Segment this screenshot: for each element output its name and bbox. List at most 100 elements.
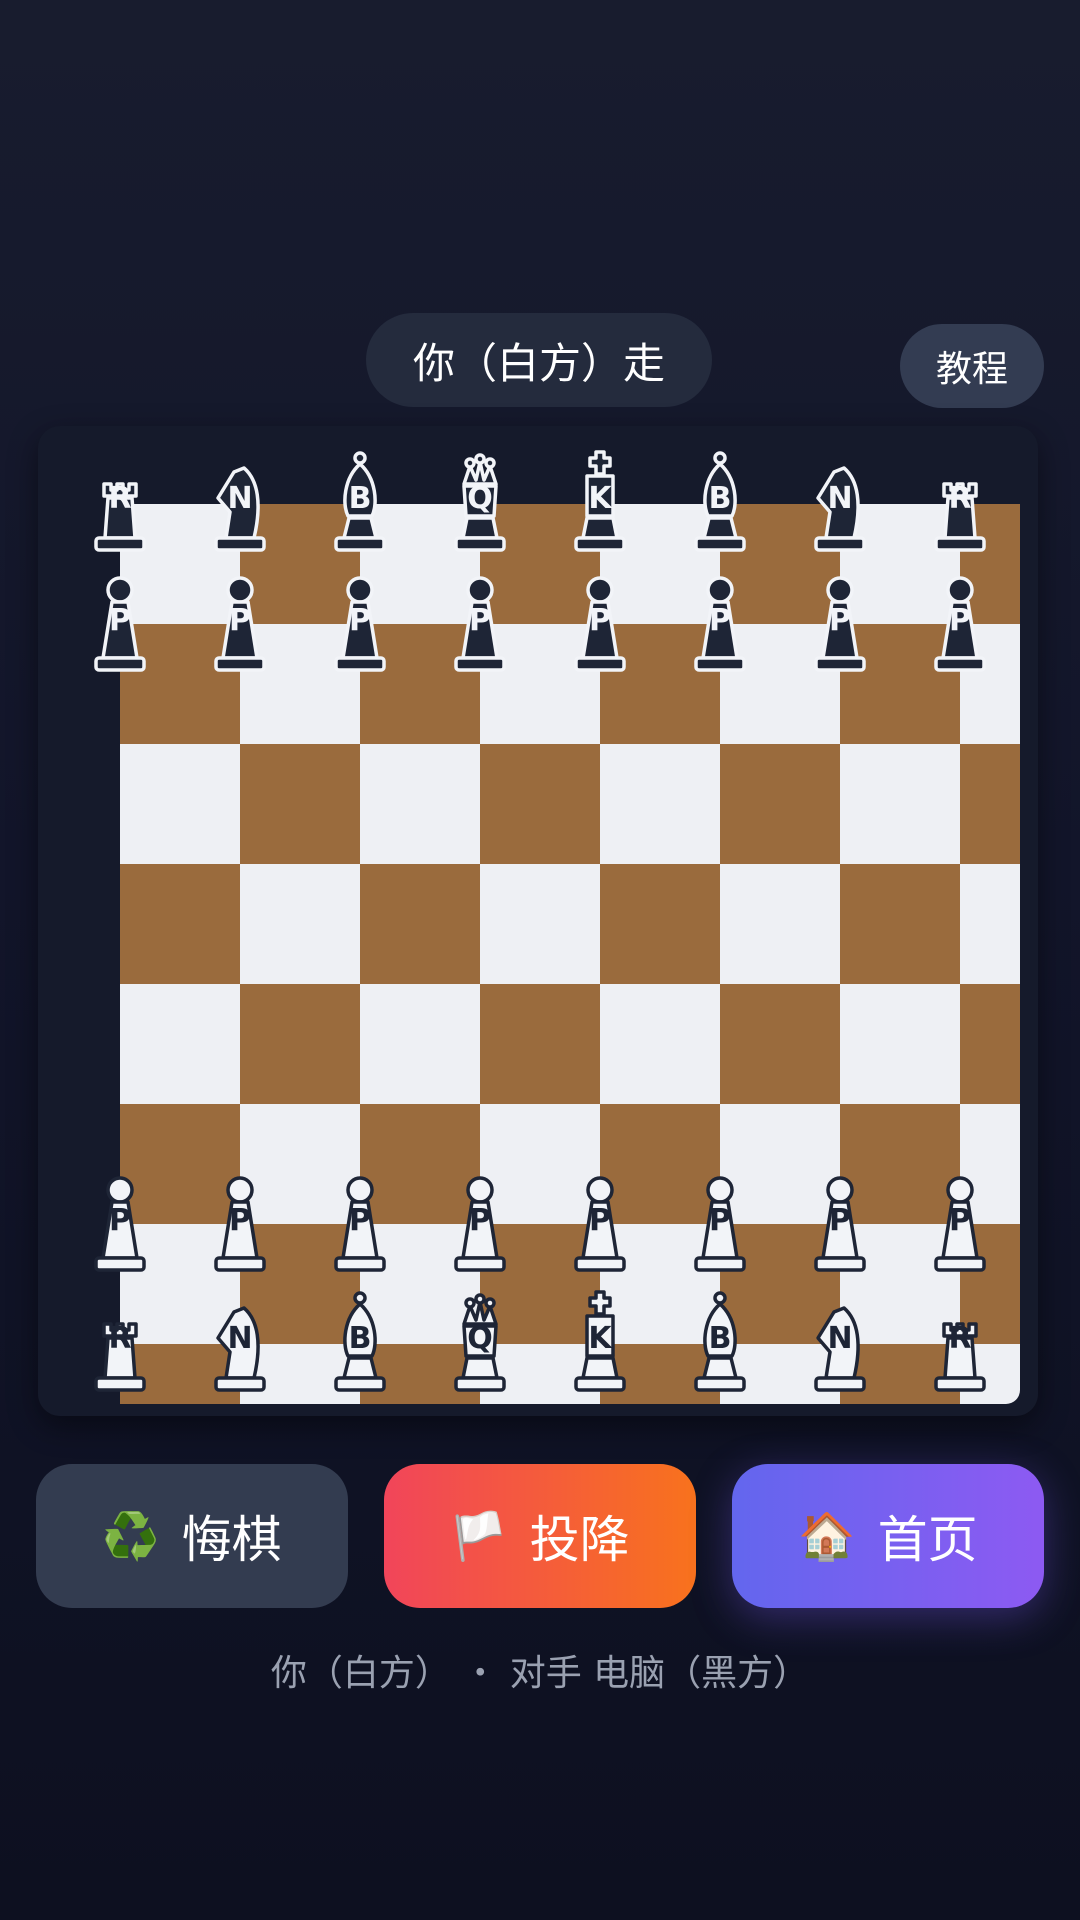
svg-text:B: B — [349, 1321, 372, 1356]
svg-text:B: B — [709, 481, 732, 516]
svg-text:P: P — [109, 1203, 131, 1238]
home-button[interactable]: 🏠 首页 — [732, 1464, 1044, 1608]
svg-text:P: P — [109, 603, 131, 638]
white-rook-icon[interactable]: R — [80, 1290, 160, 1394]
undo-button[interactable]: ♻️ 悔棋 — [36, 1464, 348, 1608]
svg-text:R: R — [948, 481, 971, 516]
svg-text:P: P — [589, 603, 611, 638]
square-g5[interactable] — [840, 864, 960, 984]
turn-indicator: 你（白方）走 — [366, 313, 712, 407]
square-c5[interactable] — [360, 864, 480, 984]
svg-text:N: N — [227, 1321, 252, 1356]
svg-text:P: P — [829, 603, 851, 638]
square-a6[interactable] — [120, 744, 240, 864]
square-c6[interactable] — [360, 744, 480, 864]
svg-text:N: N — [227, 481, 252, 516]
square-d5[interactable] — [480, 864, 600, 984]
black-rook-icon[interactable]: R — [920, 450, 1000, 554]
square-f4[interactable] — [720, 984, 840, 1104]
square-f5[interactable] — [720, 864, 840, 984]
svg-text:P: P — [949, 1203, 971, 1238]
square-h6[interactable] — [960, 744, 1020, 864]
black-bishop-icon[interactable]: B — [680, 450, 760, 554]
black-knight-icon[interactable]: N — [200, 450, 280, 554]
white-pawn-icon[interactable]: P — [440, 1170, 520, 1274]
house-icon: 🏠 — [798, 1508, 856, 1563]
black-queen-icon[interactable]: Q — [440, 450, 520, 554]
square-e5[interactable] — [600, 864, 720, 984]
square-g4[interactable] — [840, 984, 960, 1104]
tutorial-button-label: 教程 — [935, 349, 1008, 390]
players-info: 你（白方） ・ 对手 电脑（黑方） — [0, 1644, 1080, 1696]
square-b4[interactable] — [240, 984, 360, 1104]
square-d6[interactable] — [480, 744, 600, 864]
resign-button-label: 投降 — [529, 1511, 630, 1569]
turn-indicator-text: 你（白方）走 — [412, 338, 665, 388]
players-info-text: 你（白方） ・ 对手 电脑（黑方） — [270, 1653, 810, 1694]
svg-text:P: P — [469, 603, 491, 638]
square-b5[interactable] — [240, 864, 360, 984]
white-queen-icon[interactable]: Q — [440, 1290, 520, 1394]
white-pawn-icon[interactable]: P — [800, 1170, 880, 1274]
black-pawn-icon[interactable]: P — [560, 570, 640, 674]
white-pawn-icon[interactable]: P — [680, 1170, 760, 1274]
white-knight-icon[interactable]: N — [200, 1290, 280, 1394]
black-pawn-icon[interactable]: P — [320, 570, 400, 674]
recycle-icon: ♻️ — [102, 1508, 160, 1563]
home-button-label: 首页 — [877, 1511, 978, 1569]
black-pawn-icon[interactable]: P — [800, 570, 880, 674]
black-pawn-icon[interactable]: P — [200, 570, 280, 674]
square-h5[interactable] — [960, 864, 1020, 984]
svg-text:R: R — [108, 481, 131, 516]
white-pawn-icon[interactable]: P — [80, 1170, 160, 1274]
square-d4[interactable] — [480, 984, 600, 1104]
square-g6[interactable] — [840, 744, 960, 864]
svg-text:P: P — [829, 1203, 851, 1238]
svg-text:K: K — [588, 1321, 613, 1356]
svg-text:P: P — [709, 603, 731, 638]
white-pawn-icon[interactable]: P — [200, 1170, 280, 1274]
svg-text:B: B — [349, 481, 372, 516]
svg-text:N: N — [827, 1321, 852, 1356]
resign-button[interactable]: 🏳️ 投降 — [384, 1464, 696, 1608]
svg-text:Q: Q — [467, 1321, 493, 1356]
square-f6[interactable] — [720, 744, 840, 864]
svg-text:P: P — [229, 603, 251, 638]
white-pawn-icon[interactable]: P — [320, 1170, 400, 1274]
svg-text:P: P — [349, 603, 371, 638]
black-rook-icon[interactable]: R — [80, 450, 160, 554]
svg-text:B: B — [709, 1321, 732, 1356]
black-pawn-icon[interactable]: P — [440, 570, 520, 674]
square-h4[interactable] — [960, 984, 1020, 1104]
square-b6[interactable] — [240, 744, 360, 864]
svg-text:P: P — [229, 1203, 251, 1238]
white-pawn-icon[interactable]: P — [920, 1170, 1000, 1274]
black-bishop-icon[interactable]: B — [320, 450, 400, 554]
svg-text:R: R — [948, 1321, 971, 1356]
black-pawn-icon[interactable]: P — [680, 570, 760, 674]
square-a4[interactable] — [120, 984, 240, 1104]
square-e6[interactable] — [600, 744, 720, 864]
white-flag-icon: 🏳️ — [450, 1508, 508, 1563]
svg-text:R: R — [108, 1321, 131, 1356]
svg-text:P: P — [469, 1203, 491, 1238]
svg-text:P: P — [349, 1203, 371, 1238]
tutorial-button[interactable]: 教程 — [900, 324, 1044, 408]
black-knight-icon[interactable]: N — [800, 450, 880, 554]
black-king-icon[interactable]: K — [560, 450, 640, 554]
white-rook-icon[interactable]: R — [920, 1290, 1000, 1394]
white-king-icon[interactable]: K — [560, 1290, 640, 1394]
svg-text:N: N — [827, 481, 852, 516]
black-pawn-icon[interactable]: P — [80, 570, 160, 674]
white-bishop-icon[interactable]: B — [680, 1290, 760, 1394]
white-knight-icon[interactable]: N — [800, 1290, 880, 1394]
white-pawn-icon[interactable]: P — [560, 1170, 640, 1274]
black-pawn-icon[interactable]: P — [920, 570, 1000, 674]
svg-text:Q: Q — [467, 481, 493, 516]
white-bishop-icon[interactable]: B — [320, 1290, 400, 1394]
square-a5[interactable] — [120, 864, 240, 984]
square-e4[interactable] — [600, 984, 720, 1104]
svg-text:P: P — [949, 603, 971, 638]
square-c4[interactable] — [360, 984, 480, 1104]
undo-button-label: 悔棋 — [181, 1511, 282, 1569]
